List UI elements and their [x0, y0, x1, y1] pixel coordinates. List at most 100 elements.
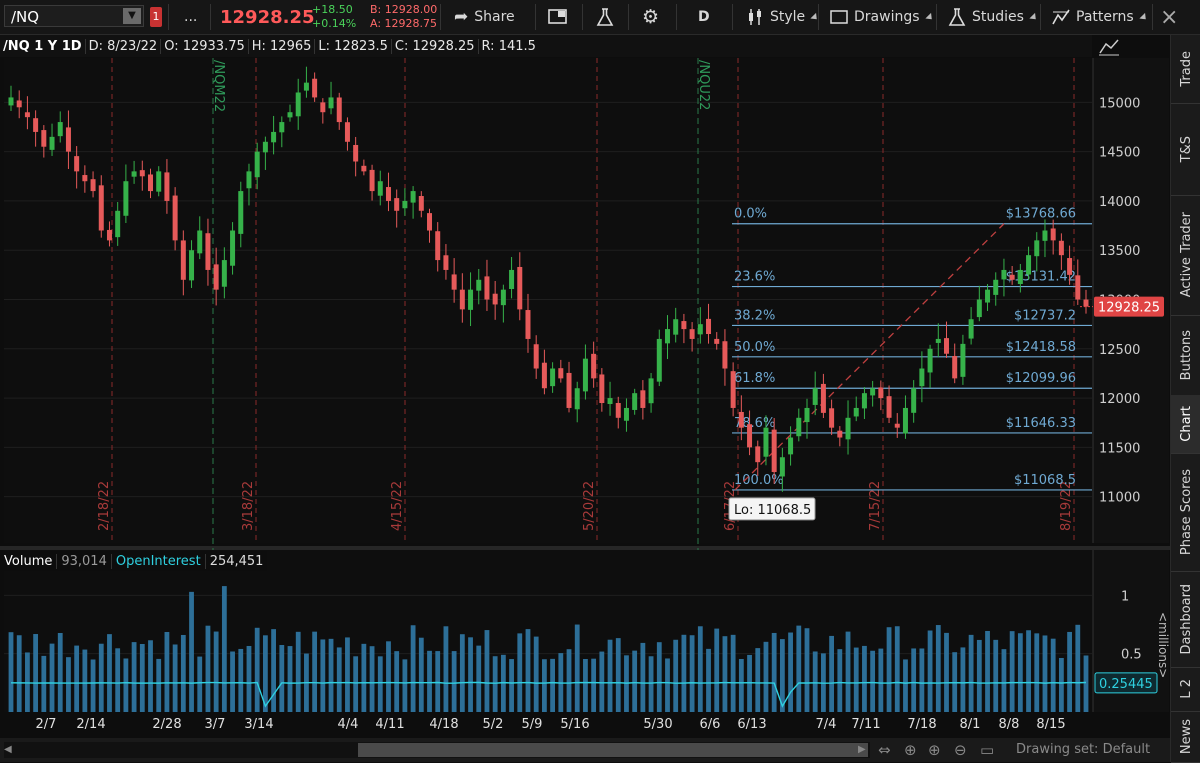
time-tick-label: 2/7	[36, 717, 57, 732]
volume-bar	[148, 640, 153, 712]
candle-body	[730, 371, 736, 408]
volume-bar	[738, 658, 744, 712]
candle-body	[57, 122, 63, 137]
volume-bar	[870, 650, 876, 712]
volume-bar	[180, 634, 186, 712]
candle-body	[640, 390, 646, 408]
candle-body	[771, 429, 777, 473]
time-axis[interactable]: 2/7 2/14 2/28 3/7 3/14 4/4 4/11 4/18 5/2 5/9 5/16 5…	[36, 717, 1066, 732]
zoom-out-icon[interactable]: ⊖	[954, 741, 967, 759]
volume-bar	[221, 586, 227, 712]
time-tick-label: 8/8	[999, 717, 1020, 732]
volume-bar	[189, 591, 194, 712]
volume-bar	[574, 624, 580, 712]
chart-mode-icon[interactable]	[1098, 38, 1120, 56]
candle-body	[1083, 299, 1089, 307]
volume-bar	[66, 657, 71, 712]
tab-l2[interactable]: L 2	[1171, 667, 1200, 712]
volume-bar	[976, 639, 982, 712]
time-tick-label: 4/4	[338, 717, 359, 732]
candle-body	[812, 388, 818, 405]
candle-body	[878, 387, 884, 399]
volume-bar	[886, 627, 892, 712]
volume-bar	[57, 633, 63, 712]
tab-buttons[interactable]: Buttons	[1171, 315, 1200, 396]
volume-bar	[722, 636, 728, 712]
candle-body	[221, 260, 227, 287]
volume-bar	[829, 635, 835, 712]
candle-body	[8, 97, 14, 106]
fib-price-label: $12099.96	[1006, 371, 1076, 386]
candle-body	[615, 403, 621, 418]
scroll-left-icon[interactable]: ◀	[4, 742, 16, 758]
candle-body	[1050, 228, 1056, 241]
crosshair-icon[interactable]: ⊕	[904, 741, 917, 759]
candle-body	[172, 195, 178, 241]
zoom-box-icon[interactable]: ▭	[980, 741, 994, 759]
volume-bar	[484, 630, 490, 712]
chart-canvas[interactable]: 2/18/223/18/224/15/225/20/226/17/227/15/…	[0, 0, 1170, 738]
volume-bar	[607, 639, 613, 712]
volume-bar	[1083, 655, 1089, 712]
tab-active-trader[interactable]: Active Trader	[1171, 195, 1200, 316]
volume-bar	[697, 626, 703, 712]
tab-label: Buttons	[1178, 329, 1194, 381]
tab-ts[interactable]: T&S	[1171, 103, 1200, 196]
candle-body	[33, 118, 39, 132]
tab-chart[interactable]: Chart	[1171, 395, 1200, 454]
volume-label: Volume	[4, 553, 58, 569]
candle-body	[902, 407, 908, 434]
tab-label: News	[1178, 718, 1194, 755]
candle-body	[246, 171, 252, 189]
oi-value: 254,451	[209, 553, 264, 569]
candle-body	[500, 289, 506, 306]
volume-bar	[435, 651, 441, 712]
scroll-right-icon[interactable]: ▶	[858, 742, 870, 758]
volume-value: 93,014	[57, 553, 112, 569]
tab-news[interactable]: News	[1171, 711, 1200, 763]
volume-bar	[525, 629, 531, 712]
candle-body	[459, 289, 465, 310]
fib-price-label: $11646.33	[1006, 416, 1076, 431]
volume-pane: 0.5 1 <millions>0.25445	[4, 550, 1170, 712]
volume-bar	[812, 651, 818, 712]
candle-body	[435, 231, 441, 261]
fib-ratio-label: 23.6%	[734, 270, 775, 285]
zoom-in-icon[interactable]: ⊕	[928, 741, 941, 759]
volume-bar	[476, 645, 482, 712]
time-tick-label: 5/9	[522, 717, 543, 732]
volume-bar	[541, 659, 547, 712]
candle-body	[788, 437, 794, 455]
volume-bar	[517, 633, 523, 712]
candle-body	[303, 82, 309, 91]
candle-body	[279, 122, 285, 133]
volume-bar	[287, 646, 293, 712]
volume-bar	[837, 649, 843, 712]
candle-body	[205, 233, 211, 270]
pan-icon[interactable]: ⇔	[878, 741, 891, 759]
side-tabs: Trade T&S Active Trader Buttons Chart Ph…	[1170, 35, 1200, 763]
volume-bar	[386, 641, 391, 712]
tab-trade[interactable]: Trade	[1171, 35, 1200, 104]
tab-phase-scores[interactable]: Phase Scores	[1171, 453, 1200, 572]
oi-label: OpenInterest	[112, 553, 206, 569]
candle-body	[820, 383, 826, 413]
candle-body	[689, 329, 695, 339]
volume-bar	[377, 656, 383, 712]
candle-body	[443, 255, 449, 270]
candle-body	[49, 136, 55, 150]
scroll-thumb[interactable]	[358, 743, 868, 757]
volume-bar	[1001, 649, 1007, 712]
tab-dashboard[interactable]: Dashboard	[1171, 571, 1200, 668]
candle-body	[418, 196, 424, 211]
tab-label: Active Trader	[1178, 212, 1194, 298]
volume-bar	[1017, 633, 1023, 712]
time-scrollbar[interactable]: ◀ ▶	[4, 742, 870, 758]
volume-bar	[714, 628, 720, 712]
candle-body	[911, 388, 917, 413]
time-tick-label: 4/11	[375, 717, 404, 732]
candle-body	[779, 457, 785, 477]
candle-body	[123, 181, 129, 216]
price-axis[interactable]: 1100011500120001250013000135001400014500…	[1080, 58, 1169, 543]
volume-bar	[402, 659, 408, 712]
